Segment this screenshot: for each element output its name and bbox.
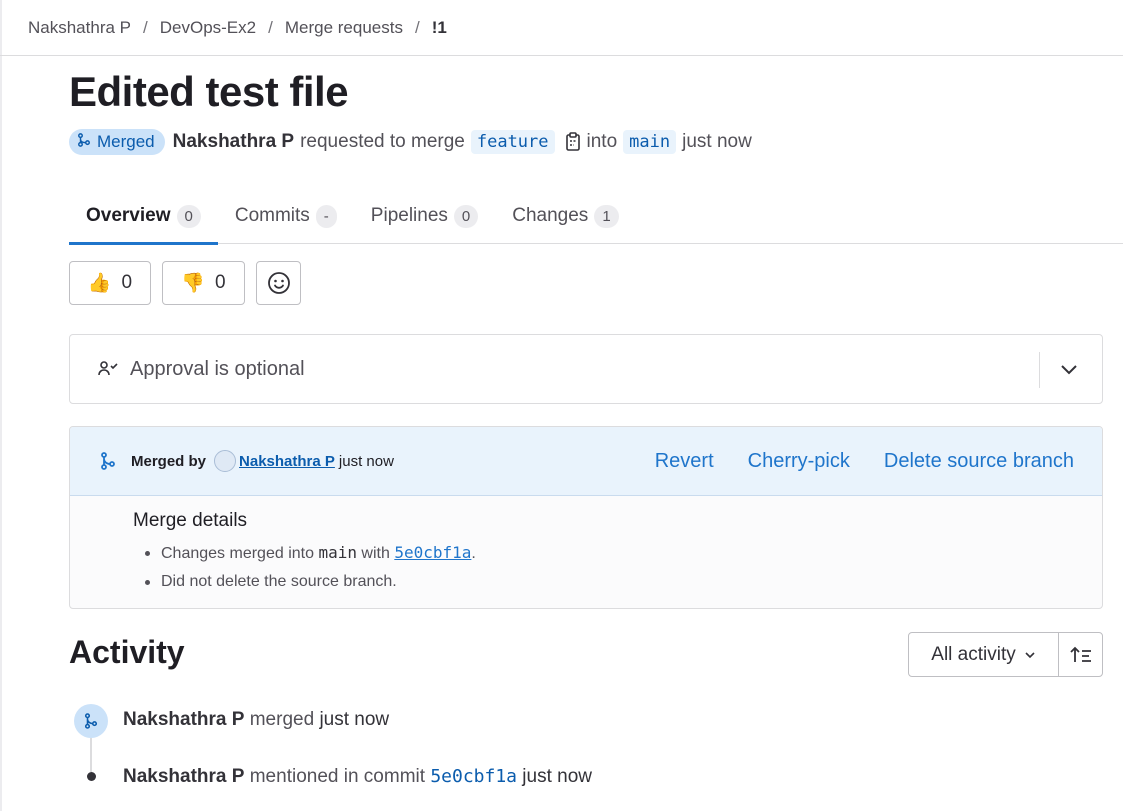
cherry-pick-button[interactable]: Cherry-pick <box>748 450 850 473</box>
commit-sha-link[interactable]: 5e0cbf1a <box>430 766 517 787</box>
thumbs-down-button[interactable]: 👎 0 <box>162 261 245 305</box>
detail-text: Changes merged into <box>161 545 314 562</box>
tab-count: - <box>315 204 337 228</box>
tab-label: Pipelines <box>370 205 448 226</box>
activity-filter-label: All activity <box>931 643 1016 665</box>
merge-details-title: Merge details <box>133 510 248 531</box>
breadcrumb: Nakshathra P / DevOps-Ex2 / Merge reques… <box>0 0 1123 56</box>
clipboard-icon <box>565 132 580 151</box>
merge-details: Merge details Changes merged into main w… <box>70 496 1102 596</box>
author-link[interactable]: Nakshathra P <box>173 131 294 153</box>
status-badge-label: Merged <box>97 132 155 151</box>
detail-text: . <box>471 545 476 562</box>
add-reaction-button[interactable] <box>256 261 301 305</box>
mr-tabs: Overview 0 Commits - Pipelines 0 Changes… <box>69 188 1123 245</box>
thumbs-down-count: 0 <box>215 272 226 293</box>
merge-icon <box>77 132 91 152</box>
breadcrumb-current-mr[interactable]: !1 <box>432 18 447 38</box>
target-branch[interactable]: main <box>623 130 677 154</box>
avatar[interactable] <box>214 450 237 472</box>
approval-panel: Approval is optional <box>69 334 1103 404</box>
activity-entry: Nakshathra P merged just now <box>123 709 389 731</box>
thumbs-up-icon: 👍 <box>87 273 112 294</box>
delete-source-branch-button[interactable]: Delete source branch <box>884 450 1074 473</box>
tab-overview[interactable]: Overview 0 <box>69 188 218 245</box>
tab-label: Overview <box>86 205 171 226</box>
action-text: requested to merge <box>300 131 465 152</box>
expand-approval-button[interactable] <box>1056 357 1082 383</box>
detail-text: with <box>361 545 390 562</box>
list-item: Did not delete the source branch. <box>143 568 1102 596</box>
chevron-down-icon <box>1025 651 1035 658</box>
activity-author[interactable]: Nakshathra P <box>123 766 244 787</box>
breadcrumb-separator: / <box>143 17 148 37</box>
sort-icon <box>1069 646 1091 662</box>
list-item: Changes merged into main with 5e0cbf1a. <box>143 539 1102 568</box>
breadcrumb-user[interactable]: Nakshathra P <box>28 18 131 38</box>
tab-commits[interactable]: Commits - <box>218 188 354 244</box>
merge-widget: Merged by Nakshathra P just now Revert C… <box>69 426 1103 609</box>
activity-filter-dropdown[interactable]: All activity <box>908 632 1059 677</box>
tab-count: 0 <box>176 204 201 228</box>
tab-label: Changes <box>512 205 589 226</box>
chevron-down-icon <box>1061 365 1077 375</box>
activity-action: merged <box>249 709 315 730</box>
divider <box>1039 352 1040 388</box>
merge-details-list: Changes merged into main with 5e0cbf1a. … <box>133 539 1102 596</box>
commit-sha-link[interactable]: 5e0cbf1a <box>394 543 471 562</box>
approval-label: Approval is optional <box>130 357 305 380</box>
mr-time: just now <box>682 131 752 152</box>
merge-widget-header: Merged by Nakshathra P just now Revert C… <box>70 427 1102 496</box>
merged-by-user-link[interactable]: Nakshathra P <box>239 453 335 470</box>
thumbs-down-icon: 👎 <box>181 273 206 294</box>
tab-count: 1 <box>594 204 619 228</box>
sort-order-button[interactable] <box>1058 632 1103 677</box>
breadcrumb-merge-requests[interactable]: Merge requests <box>285 18 403 38</box>
merge-actions: Revert Cherry-pick Delete source branch <box>655 427 1074 496</box>
target-branch-code: main <box>318 543 357 562</box>
breadcrumb-separator: / <box>268 17 273 37</box>
activity-time: just now <box>319 709 390 730</box>
copy-branch-button[interactable] <box>563 131 583 153</box>
merged-by-text: Merged by Nakshathra P just now <box>131 450 394 472</box>
timeline-dot <box>87 772 96 781</box>
approval-icon <box>98 360 120 378</box>
into-text: into <box>586 131 618 152</box>
merge-icon <box>100 452 116 470</box>
activity-time: just now <box>522 766 592 787</box>
thumbs-up-button[interactable]: 👍 0 <box>69 261 151 305</box>
tab-pipelines[interactable]: Pipelines 0 <box>354 188 495 244</box>
breadcrumb-project[interactable]: DevOps-Ex2 <box>160 18 256 38</box>
tab-label: Commits <box>234 205 310 226</box>
source-branch[interactable]: feature <box>470 130 555 154</box>
activity-author[interactable]: Nakshathra P <box>123 709 244 730</box>
page-left-border <box>0 0 2 811</box>
mr-meta: Merged Nakshathra P requested to merge f… <box>69 127 752 157</box>
page-title: Edited test file <box>69 68 349 115</box>
activity-entry: Nakshathra P mentioned in commit 5e0cbf1… <box>123 766 592 788</box>
merge-icon <box>74 704 108 738</box>
merged-time: just now <box>338 452 394 470</box>
smiley-icon <box>267 272 290 294</box>
activity-title: Activity <box>69 634 185 670</box>
status-badge: Merged <box>69 129 165 155</box>
breadcrumb-separator: / <box>414 17 420 37</box>
thumbs-up-count: 0 <box>121 272 133 293</box>
tab-changes[interactable]: Changes 1 <box>495 188 635 244</box>
revert-button[interactable]: Revert <box>655 450 714 473</box>
tab-count: 0 <box>453 204 479 228</box>
merged-by-label: Merged by <box>131 452 207 470</box>
activity-action: mentioned in commit <box>249 766 426 787</box>
